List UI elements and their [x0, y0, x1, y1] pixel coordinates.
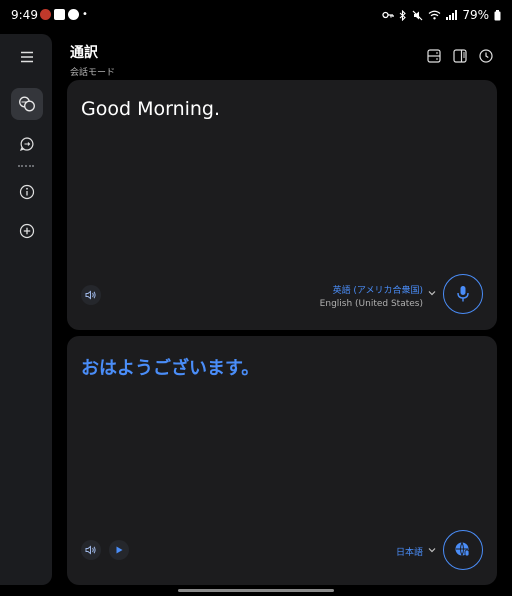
signal-icon — [446, 10, 458, 20]
page-subtitle: 会話モード — [70, 68, 116, 78]
sidebar — [0, 34, 52, 585]
target-language-selector[interactable]: 日本語 — [396, 545, 423, 558]
source-text[interactable]: Good Morning. — [81, 98, 220, 120]
clock-icon — [479, 49, 493, 63]
info-button[interactable] — [11, 176, 43, 208]
sidebar-divider — [18, 165, 34, 167]
chevron-down-icon[interactable] — [428, 547, 436, 553]
target-language-primary: 日本語 — [395, 548, 423, 558]
microphone-icon — [457, 286, 469, 302]
panel-view-button[interactable] — [452, 48, 468, 64]
battery-level: 79% — [462, 8, 489, 22]
chat-mode-button[interactable] — [11, 128, 43, 160]
speaker-icon — [85, 545, 96, 555]
source-language-secondary: English (United States) — [319, 299, 423, 309]
menu-icon — [21, 51, 33, 63]
key-icon — [382, 11, 394, 19]
status-right: 79% — [382, 8, 501, 22]
add-icon — [19, 223, 35, 239]
battery-icon — [494, 9, 501, 20]
split-view-button[interactable] — [426, 48, 442, 64]
conversation-icon — [19, 96, 35, 112]
status-bar: 9:49 • 79% — [0, 0, 512, 30]
app-notification-icon — [40, 9, 51, 20]
add-button[interactable] — [11, 215, 43, 247]
mute-icon — [412, 10, 423, 20]
wifi-icon — [428, 10, 441, 20]
e-notification-icon — [54, 9, 65, 20]
target-text[interactable]: おはようございます。 — [81, 354, 259, 380]
header-actions — [426, 48, 494, 64]
target-mic-button[interactable] — [443, 530, 483, 570]
status-time: 9:49 — [11, 8, 38, 22]
notification-dot: • — [82, 9, 88, 20]
info-icon — [19, 184, 35, 200]
target-play-button[interactable] — [109, 540, 129, 560]
source-language-primary: 英語 (アメリカ合衆国) — [332, 286, 423, 296]
chevron-down-icon[interactable] — [428, 290, 436, 296]
target-speak-button[interactable] — [81, 540, 101, 560]
source-speak-button[interactable] — [81, 285, 101, 305]
notification-icons: • — [40, 9, 88, 20]
history-button[interactable] — [478, 48, 494, 64]
conversation-mode-button[interactable] — [11, 88, 43, 120]
source-mic-button[interactable] — [443, 274, 483, 314]
message-notification-icon — [68, 9, 79, 20]
split-horizontal-icon — [427, 49, 441, 63]
menu-button[interactable] — [11, 41, 43, 73]
target-card: おはようございます。 日本語 — [67, 336, 497, 585]
play-icon — [116, 546, 123, 554]
home-indicator[interactable] — [178, 589, 334, 592]
panel-icon — [453, 49, 467, 63]
bluetooth-icon — [399, 9, 407, 21]
microphone-language-icon — [455, 542, 470, 557]
page-title: 通訳 — [70, 45, 98, 61]
chat-icon — [19, 137, 34, 152]
page-header: 通訳 会話モード — [70, 42, 115, 78]
source-card: Good Morning. 英語 (アメリカ合衆国) English (Unit… — [67, 80, 497, 330]
source-language-selector[interactable]: 英語 (アメリカ合衆国) English (United States) — [320, 283, 423, 309]
speaker-icon — [85, 290, 96, 300]
